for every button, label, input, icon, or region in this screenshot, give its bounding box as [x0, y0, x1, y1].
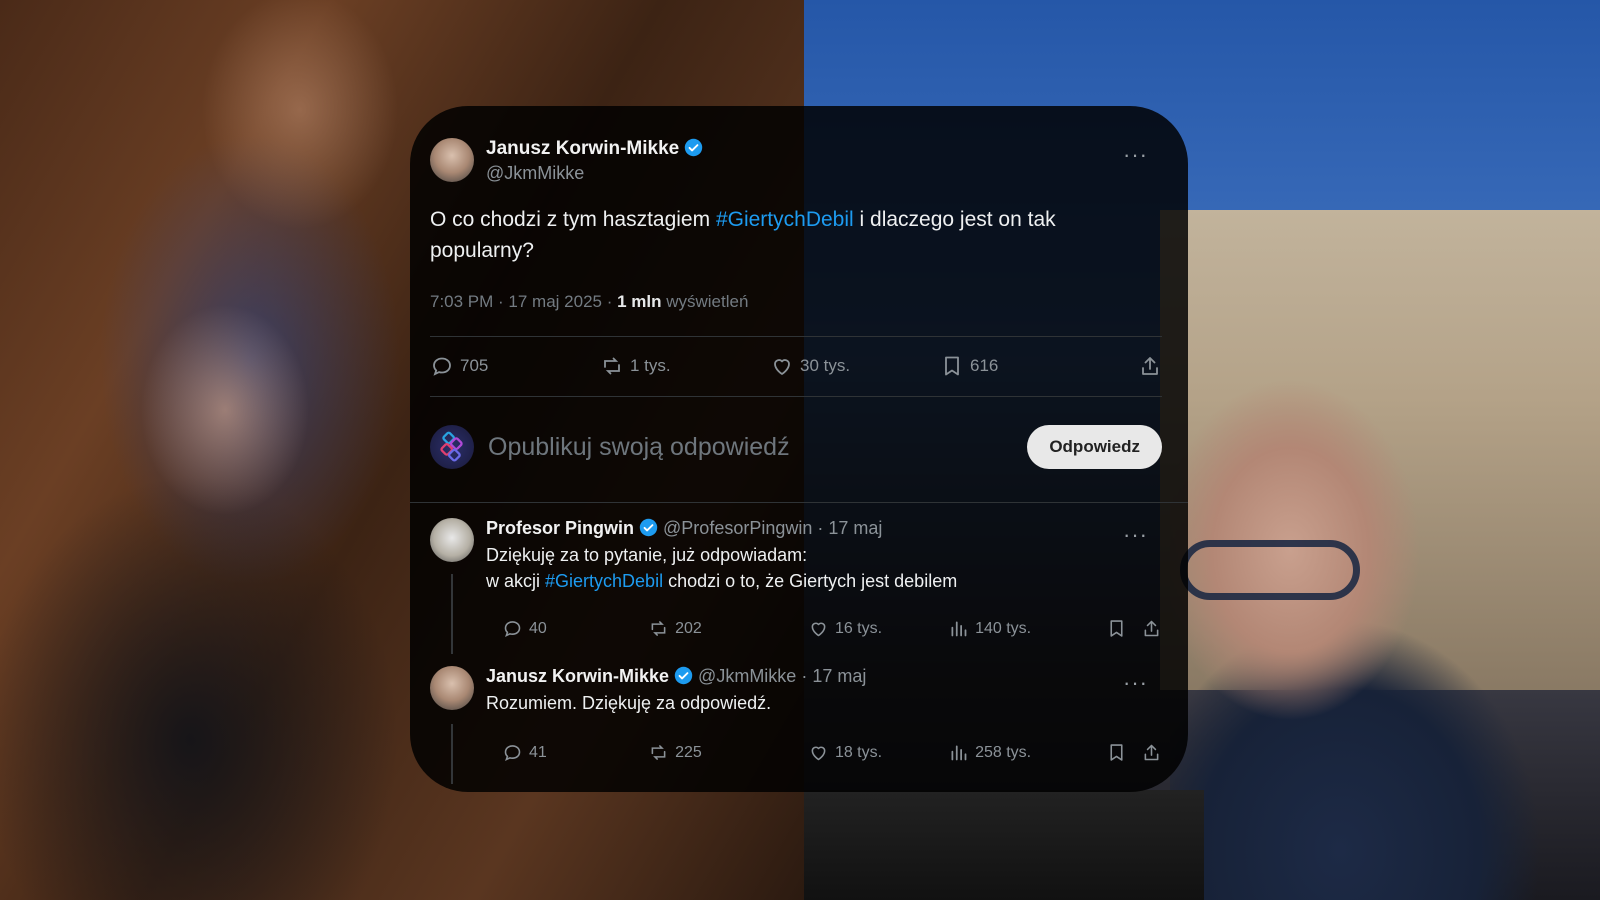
- reply-icon: [504, 621, 521, 637]
- verified-badge-icon: [674, 666, 693, 685]
- bar-chart-icon: [951, 621, 967, 637]
- reply-handle-date[interactable]: @ProfesorPingwin · 17 maj: [658, 518, 882, 538]
- reply-count: 705: [460, 356, 489, 375]
- share-icon: [1142, 357, 1158, 375]
- background-glasses: [1180, 540, 1360, 600]
- repost-count: 1 tys.: [630, 356, 671, 375]
- reply-icon: [433, 357, 451, 376]
- divider: [430, 396, 1162, 397]
- tweet-text: O co chodzi z tym hasztagiem #GiertychDe…: [430, 204, 1150, 266]
- reply-text-part: chodzi o to, że Giertych jest debilem: [663, 571, 958, 591]
- reply-extra-actions: [1106, 618, 1162, 639]
- repost-action[interactable]: 225: [648, 742, 808, 763]
- heart-icon: [811, 746, 826, 761]
- reply-text-line: w akcji #GiertychDebil chodzi o to, że G…: [486, 568, 957, 594]
- reply-extra-actions: [1106, 742, 1162, 763]
- like-count: 16 tys.: [834, 619, 883, 637]
- reply-text: Dziękuję za to pytanie, już odpowiadam: …: [486, 542, 957, 594]
- reply-composer: Opublikuj swoją odpowiedź Odpowiedz: [430, 420, 1162, 474]
- tweet-meta: 7:03 PM · 17 maj 2025 · 1 mln wyświetleń: [430, 292, 748, 312]
- hashtag-link[interactable]: #GiertychDebil: [716, 208, 854, 231]
- like-count: 30 tys.: [800, 356, 851, 375]
- views-action[interactable]: 258 tys.: [948, 742, 1106, 763]
- views-label: wyświetleń: [661, 292, 749, 311]
- reply-author-name[interactable]: Profesor Pingwin: [486, 518, 634, 538]
- reply-author-name[interactable]: Janusz Korwin-Mikke: [486, 666, 669, 686]
- reply-text-line: Dziękuję za to pytanie, już odpowiadam:: [486, 545, 808, 565]
- repost-icon: [651, 745, 666, 760]
- reply-action[interactable]: 41: [502, 742, 648, 763]
- author-name[interactable]: Janusz Korwin-Mikke: [486, 138, 679, 159]
- reply-text: Rozumiem. Dziękuję za odpowiedź.: [486, 693, 772, 713]
- main-tweet-header: Janusz Korwin-Mikke @JkmMikke: [430, 138, 703, 184]
- bookmark-count: 616: [970, 356, 999, 375]
- reply-input[interactable]: Opublikuj swoją odpowiedź: [488, 433, 1013, 462]
- bookmark-icon[interactable]: [1106, 618, 1127, 639]
- views-count: 1 mln: [617, 292, 662, 311]
- background-crowd: [804, 790, 1204, 900]
- reply-action[interactable]: 705: [430, 354, 600, 378]
- reply-action[interactable]: 40: [502, 618, 648, 639]
- bookmark-icon: [945, 356, 959, 376]
- share-icon[interactable]: [1141, 742, 1162, 763]
- like-action[interactable]: 16 tys.: [808, 618, 948, 639]
- divider: [410, 502, 1188, 503]
- views-count: 140 tys.: [975, 619, 1032, 637]
- reply-text-part: w akcji: [486, 571, 546, 591]
- like-action[interactable]: 18 tys.: [808, 742, 948, 763]
- reply-icon: [504, 745, 521, 761]
- share-action[interactable]: [1138, 354, 1162, 378]
- bookmark-icon[interactable]: [1106, 742, 1127, 763]
- repost-count: 202: [675, 619, 702, 637]
- avatar[interactable]: [430, 518, 474, 562]
- verified-badge-icon: [685, 138, 703, 157]
- share-icon[interactable]: [1141, 618, 1162, 639]
- avatar[interactable]: [430, 138, 474, 182]
- reply-count: 40: [529, 619, 547, 637]
- repost-action[interactable]: 202: [648, 618, 808, 639]
- like-action[interactable]: 30 tys.: [770, 354, 940, 378]
- avatar: [430, 425, 474, 469]
- repost-count: 225: [675, 743, 702, 761]
- tweet-text-part: O co chodzi z tym hasztagiem: [430, 208, 716, 231]
- reply-actions: 41 225 18 tys. 258 tys.: [502, 742, 1162, 763]
- reply-tweet: Profesor Pingwin @ProfesorPingwin · 17 m…: [430, 518, 1162, 637]
- bookmark-action[interactable]: 616: [940, 354, 1110, 378]
- bar-chart-icon: [951, 745, 967, 761]
- repost-icon: [651, 621, 666, 636]
- tweet-card: ··· Janusz Korwin-Mikke @JkmMikke O co c…: [410, 106, 1188, 792]
- views-action[interactable]: 140 tys.: [948, 618, 1106, 639]
- like-count: 18 tys.: [834, 743, 883, 761]
- repost-icon: [604, 357, 620, 375]
- reply-tweet: Janusz Korwin-Mikke @JkmMikke · 17 maj R…: [430, 666, 1162, 761]
- background-person-right: [1170, 380, 1600, 900]
- divider: [430, 336, 1162, 337]
- verified-badge-icon: [639, 518, 658, 537]
- author-handle[interactable]: @JkmMikke: [486, 163, 703, 184]
- heart-icon: [774, 359, 790, 375]
- tweet-actions: 705 1 tys. 30 tys. 616: [430, 352, 1162, 380]
- tweet-timestamp[interactable]: 7:03 PM · 17 maj 2025 ·: [430, 292, 617, 311]
- reply-actions: 40 202 16 tys. 140 tys.: [502, 618, 1162, 639]
- app-logo-icon: [440, 431, 463, 462]
- reply-count: 41: [529, 743, 547, 761]
- repost-action[interactable]: 1 tys.: [600, 354, 770, 378]
- views-count: 258 tys.: [975, 743, 1032, 761]
- more-options-icon[interactable]: ···: [1123, 144, 1148, 166]
- heart-icon: [811, 622, 826, 637]
- avatar[interactable]: [430, 666, 474, 710]
- thread-line: [451, 724, 453, 784]
- reply-button[interactable]: Odpowiedz: [1027, 425, 1162, 469]
- reply-handle-date[interactable]: @JkmMikke · 17 maj: [693, 666, 866, 686]
- hashtag-link[interactable]: #GiertychDebil: [545, 571, 663, 591]
